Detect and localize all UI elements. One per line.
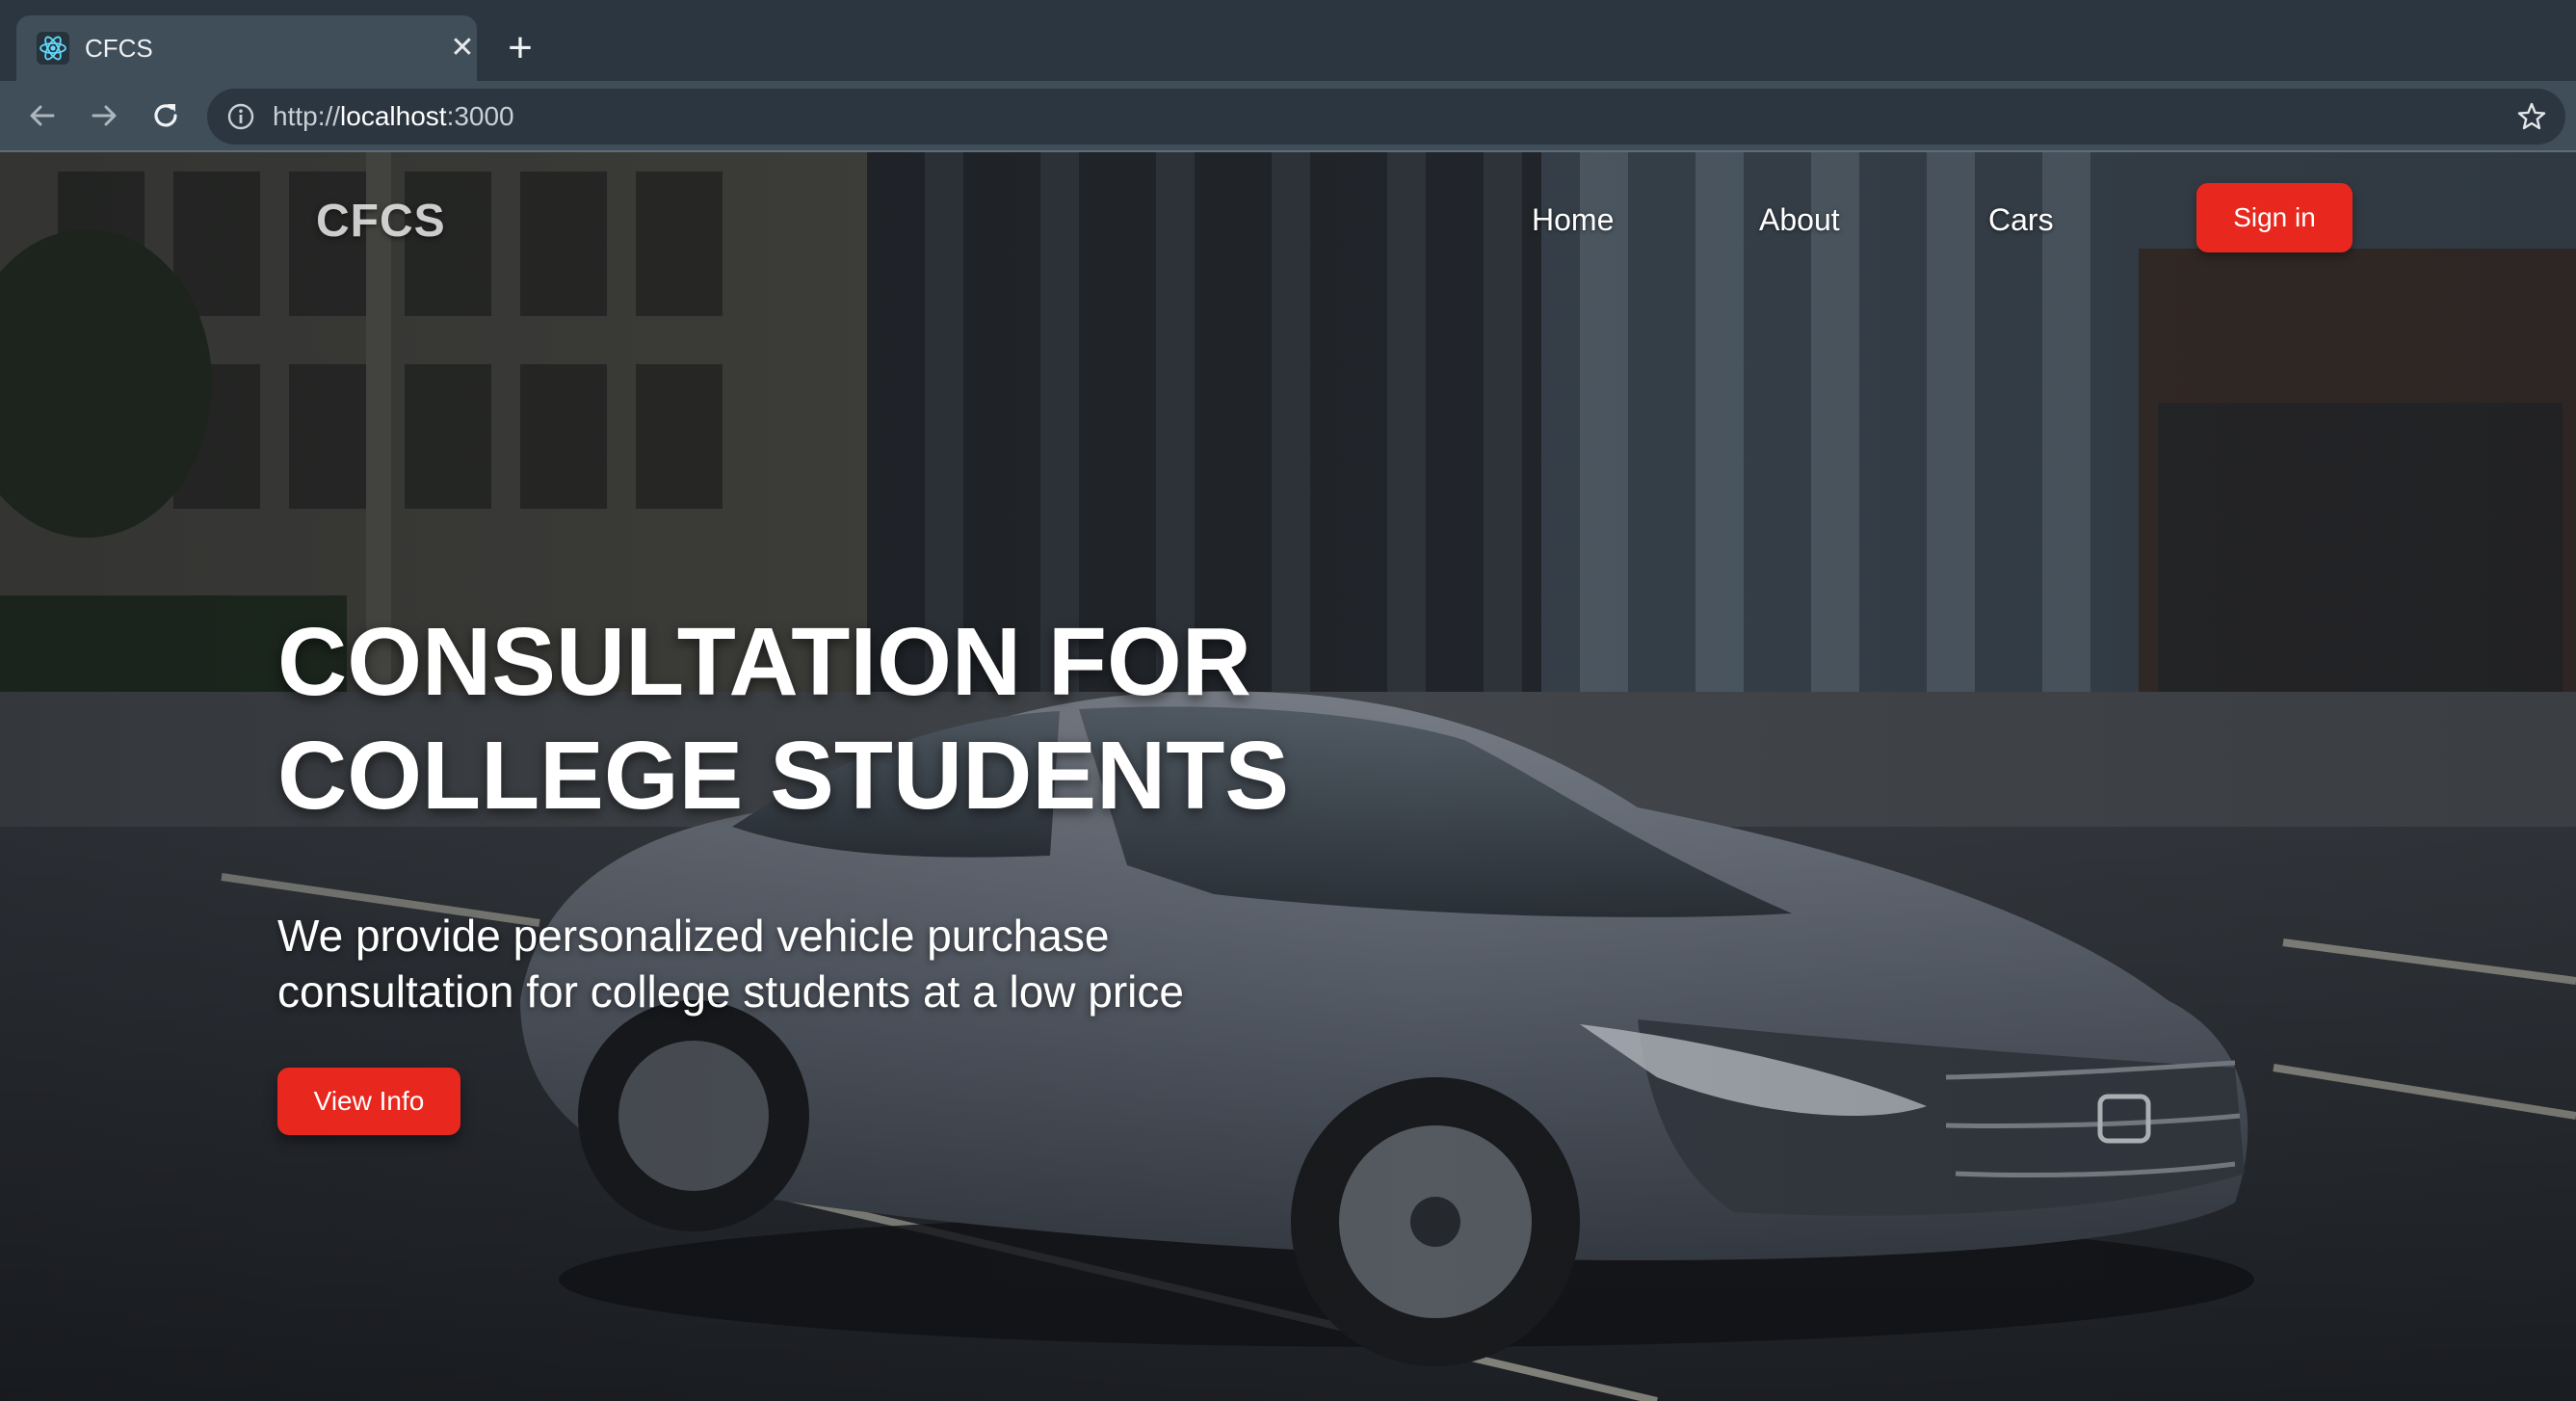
react-atom-icon [37,32,69,65]
hero-subtext-line2: consultation for college students at a l… [277,966,1184,1017]
hero-headline-line1: CONSULTATION FOR [277,608,1251,716]
nav-home-link[interactable]: Home [1532,202,1614,238]
site-logo[interactable]: CFCS [316,195,446,248]
url-scheme: http:// [273,101,341,131]
new-tab-button[interactable]: + [501,27,539,69]
reload-icon[interactable] [146,96,185,135]
hero-subtext: We provide personalized vehicle purchase… [277,908,1337,1019]
browser-tab-strip: CFCS ✕ + [0,0,2576,81]
arrow-right-icon[interactable] [85,96,123,135]
nav-about-link[interactable]: About [1759,202,1840,238]
url-host: localhost [340,101,447,131]
arrow-left-icon[interactable] [23,96,62,135]
star-icon[interactable] [2515,100,2548,133]
tab-title: CFCS [85,34,153,63]
address-bar[interactable]: http://localhost:3000 [207,89,2565,145]
info-circle-icon[interactable] [226,102,255,131]
browser-tab[interactable]: CFCS ✕ [16,15,477,81]
close-icon[interactable]: ✕ [448,34,477,63]
browser-toolbar: http://localhost:3000 [0,81,2576,150]
hero-headline: CONSULTATION FOR COLLEGE STUDENTS [277,605,1337,833]
page-viewport: CFCS Home About Cars Sign in CONSULTATIO… [0,152,2576,1401]
url-port: :3000 [446,101,514,131]
view-info-button[interactable]: View Info [277,1068,460,1135]
hero-subtext-line1: We provide personalized vehicle purchase [277,911,1110,961]
url-text[interactable]: http://localhost:3000 [273,101,514,132]
sign-in-button[interactable]: Sign in [2196,183,2353,252]
nav-cars-link[interactable]: Cars [1988,202,2054,238]
hero-headline-line2: COLLEGE STUDENTS [277,722,1290,830]
